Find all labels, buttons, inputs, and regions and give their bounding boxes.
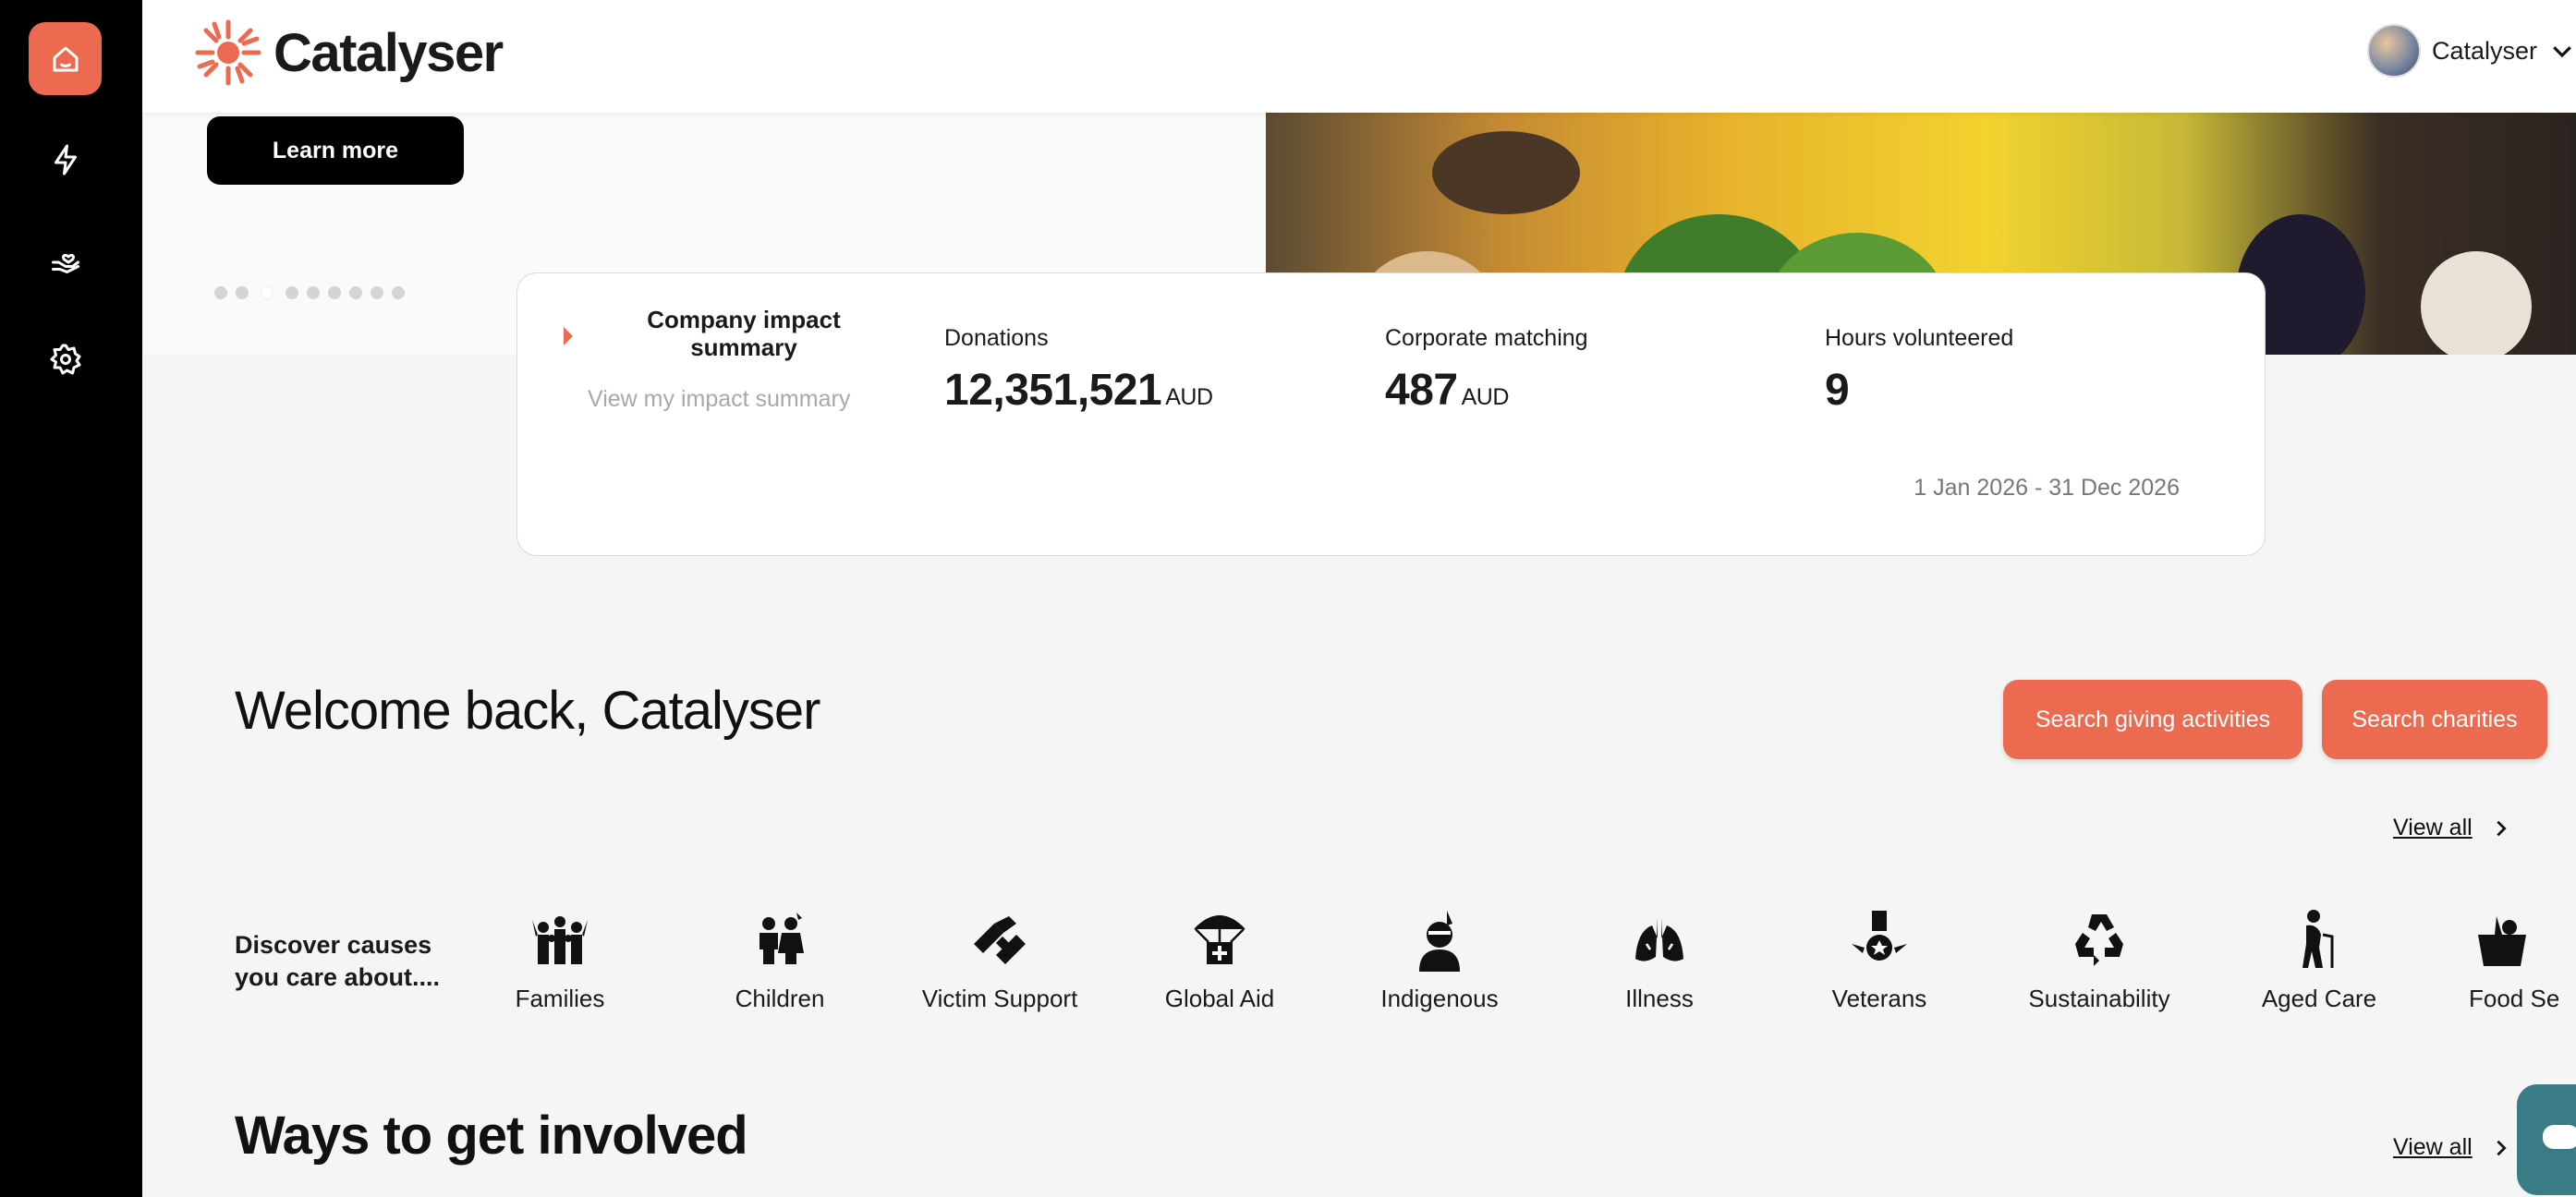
cause-veterans[interactable]: Veterans — [1778, 907, 1981, 1013]
sidebar-item-activities[interactable] — [29, 123, 102, 196]
chevron-right-icon — [2497, 1140, 2507, 1155]
global-aid-icon — [1194, 915, 1245, 964]
recycle-icon — [2075, 914, 2123, 966]
gear-icon — [50, 344, 80, 374]
sidebar — [0, 0, 142, 1197]
cause-children[interactable]: Children — [678, 907, 881, 1013]
cause-global-aid[interactable]: Global Aid — [1118, 907, 1321, 1013]
cause-label: Victim Support — [921, 985, 1078, 1012]
cause-label: Sustainability — [2028, 985, 2170, 1012]
caret-right-icon[interactable] — [564, 327, 573, 345]
stat-hours-volunteered: Hours volunteered 9 — [1825, 325, 2013, 416]
top-header: Catalyser Catalyser — [142, 0, 2576, 113]
view-all-label: View all — [2393, 815, 2473, 840]
user-menu[interactable]: Catalyser — [2366, 24, 2576, 78]
lightning-icon — [54, 144, 77, 175]
cause-label: Families — [515, 985, 605, 1012]
sun-logo-icon — [195, 19, 261, 86]
cause-indigenous[interactable]: Indigenous — [1338, 907, 1541, 1013]
food-security-icon — [2478, 916, 2526, 966]
stat-value: 9 — [1825, 366, 1850, 415]
victim-support-icon — [974, 916, 1026, 964]
carousel-dot[interactable] — [286, 286, 298, 299]
carousel-dot-active[interactable] — [261, 286, 273, 299]
medal-icon — [1852, 911, 1907, 961]
stat-donations: Donations 12,351,521 AUD — [944, 325, 1213, 416]
search-charities-button[interactable]: Search charities — [2322, 680, 2547, 759]
cause-food-security[interactable]: Food Se — [2437, 907, 2576, 1013]
chevron-down-icon — [2553, 46, 2571, 58]
sidebar-item-settings[interactable] — [29, 322, 102, 395]
involved-view-all-link[interactable]: View all — [2393, 1134, 2511, 1161]
chevron-right-icon — [2497, 820, 2507, 836]
stat-value: 487 AUD — [1385, 366, 1509, 415]
view-all-label: View all — [2393, 1134, 2473, 1160]
cause-victim-support[interactable]: Victim Support — [898, 907, 1101, 1013]
families-icon — [532, 916, 588, 964]
stat-value: 12,351,521 AUD — [944, 366, 1213, 415]
date-range: 1 Jan 2026 - 31 Dec 2026 — [1914, 475, 2180, 501]
cause-families[interactable]: Families — [458, 907, 662, 1013]
chat-bubble-icon — [2543, 1125, 2576, 1149]
stat-corporate-matching: Corporate matching 487 AUD — [1385, 325, 1588, 416]
sidebar-item-giving[interactable] — [29, 223, 102, 296]
cause-label: Aged Care — [2261, 985, 2377, 1012]
stat-label: Donations — [944, 325, 1049, 351]
user-name: Catalyser — [2431, 36, 2537, 65]
cause-label: Illness — [1625, 985, 1694, 1012]
ways-to-get-involved-heading: Ways to get involved — [235, 1106, 748, 1166]
view-impact-link[interactable]: View my impact summary — [588, 386, 850, 413]
aged-care-icon — [2303, 910, 2334, 968]
stat-label: Hours volunteered — [1825, 325, 2014, 351]
chat-widget-button[interactable] — [2517, 1084, 2576, 1195]
cause-illness[interactable]: Illness — [1558, 907, 1761, 1013]
causes-heading: Discover causes you care about.... — [235, 931, 441, 992]
carousel-dots — [214, 286, 405, 299]
cause-label: Indigenous — [1380, 985, 1499, 1012]
carousel-dot[interactable] — [236, 286, 249, 299]
search-giving-activities-button[interactable]: Search giving activities — [2003, 680, 2303, 759]
brand-logo[interactable]: Catalyser — [194, 18, 504, 87]
brand-name: Catalyser — [273, 22, 504, 83]
cause-label: Global Aid — [1164, 985, 1275, 1012]
causes-view-all-link[interactable]: View all — [2393, 815, 2511, 841]
impact-summary-card: Company impact summary View my impact su… — [516, 272, 2266, 556]
avatar — [2366, 24, 2421, 78]
cause-label: Food Se — [2469, 985, 2560, 1012]
children-icon — [759, 913, 804, 964]
carousel-dot[interactable] — [349, 286, 362, 299]
lungs-icon — [1635, 918, 1683, 961]
carousel-dot[interactable] — [392, 286, 405, 299]
carousel-dot[interactable] — [307, 286, 320, 299]
indigenous-icon — [1419, 911, 1460, 972]
sidebar-item-home[interactable] — [29, 22, 102, 95]
carousel-dot[interactable] — [214, 286, 227, 299]
cause-sustainability[interactable]: Sustainability — [1998, 907, 2201, 1013]
cause-aged-care[interactable]: Aged Care — [2218, 907, 2421, 1013]
carousel-dot[interactable] — [328, 286, 341, 299]
welcome-heading: Welcome back, Catalyser — [235, 681, 820, 741]
hand-heart-icon — [51, 253, 79, 273]
stat-label: Corporate matching — [1385, 325, 1588, 351]
learn-more-button[interactable]: Learn more — [207, 116, 464, 185]
impact-title: Company impact summary — [647, 306, 841, 361]
cause-label: Veterans — [1831, 985, 1927, 1012]
cause-label: Children — [735, 985, 825, 1012]
home-icon — [53, 46, 78, 71]
carousel-dot[interactable] — [371, 286, 383, 299]
